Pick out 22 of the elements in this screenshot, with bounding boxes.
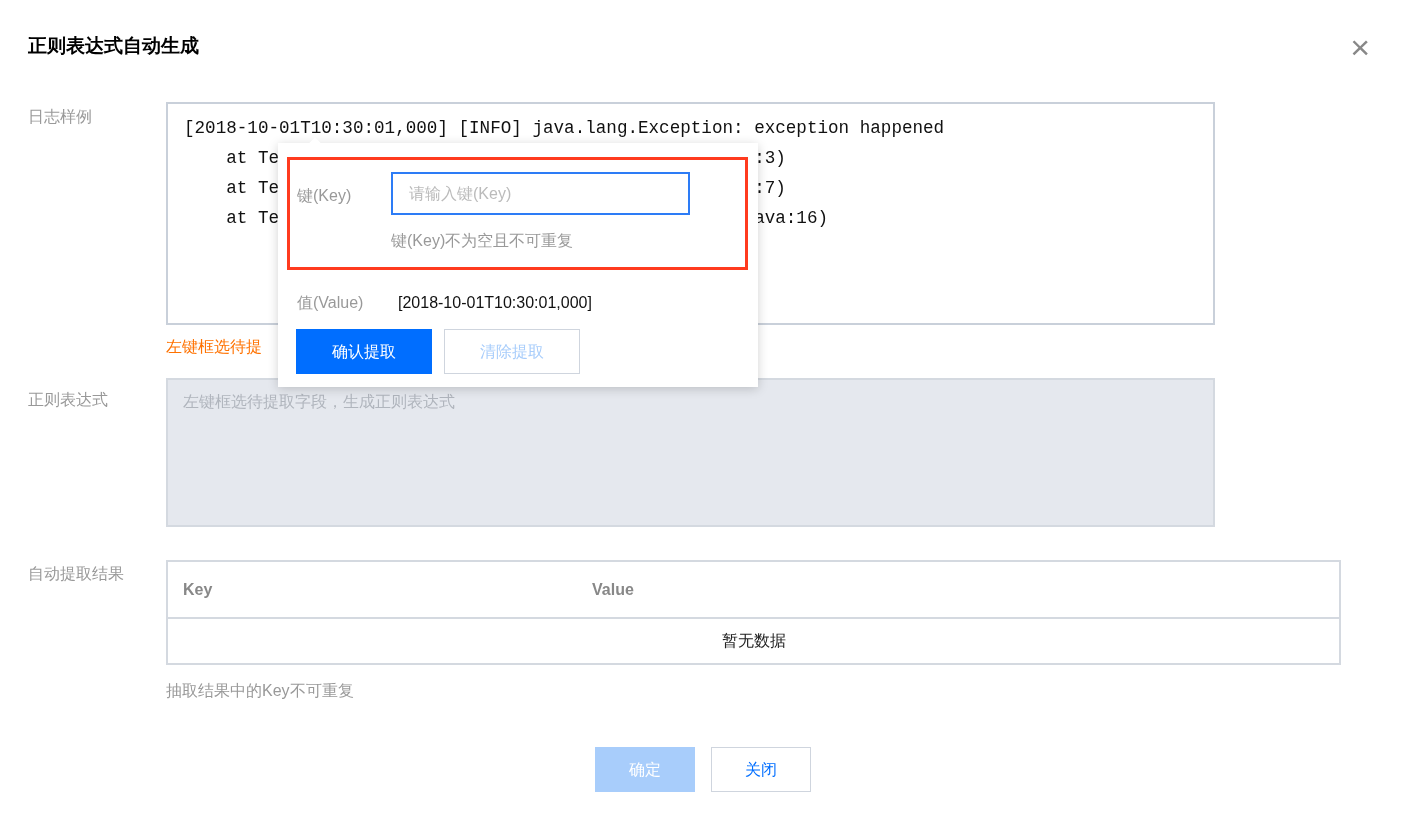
column-header: Value — [592, 579, 634, 600]
field-label: 自动提取结果 — [27, 564, 125, 584]
field-label: 日志样例 — [27, 107, 93, 127]
log-line: :7) — [754, 177, 786, 200]
field-label: 正则表达式 — [27, 390, 109, 410]
column-header: Key — [182, 579, 214, 600]
dialog-title: 正则表达式自动生成 — [28, 34, 199, 58]
key-input-field[interactable]: 请输入键(Key) — [391, 172, 690, 215]
log-line: at Te — [225, 147, 280, 170]
log-line: at Te — [225, 207, 280, 230]
confirm-button[interactable]: 确认提取 — [296, 329, 432, 374]
value-text: [2018-10-01T10:30:01,000] — [398, 293, 592, 313]
hint-text: 左键框选待提 — [166, 337, 262, 357]
log-line: :3) — [754, 147, 786, 170]
log-line: at Te — [225, 177, 280, 200]
field-label: 键(Key) — [296, 186, 353, 206]
secondary-button[interactable]: 关闭 — [710, 747, 811, 792]
note-text: 抽取结果中的Key不可重复 — [166, 681, 355, 701]
empty-message: 暂无数据 — [721, 631, 786, 651]
log-line: [2018-10-01T10:30:01,000] [INFO] java.lang.Exception: exception happened — [184, 117, 945, 140]
help-text: 键(Key)不为空且不可重复 — [391, 231, 575, 251]
field-label: 值(Value) — [297, 293, 365, 313]
